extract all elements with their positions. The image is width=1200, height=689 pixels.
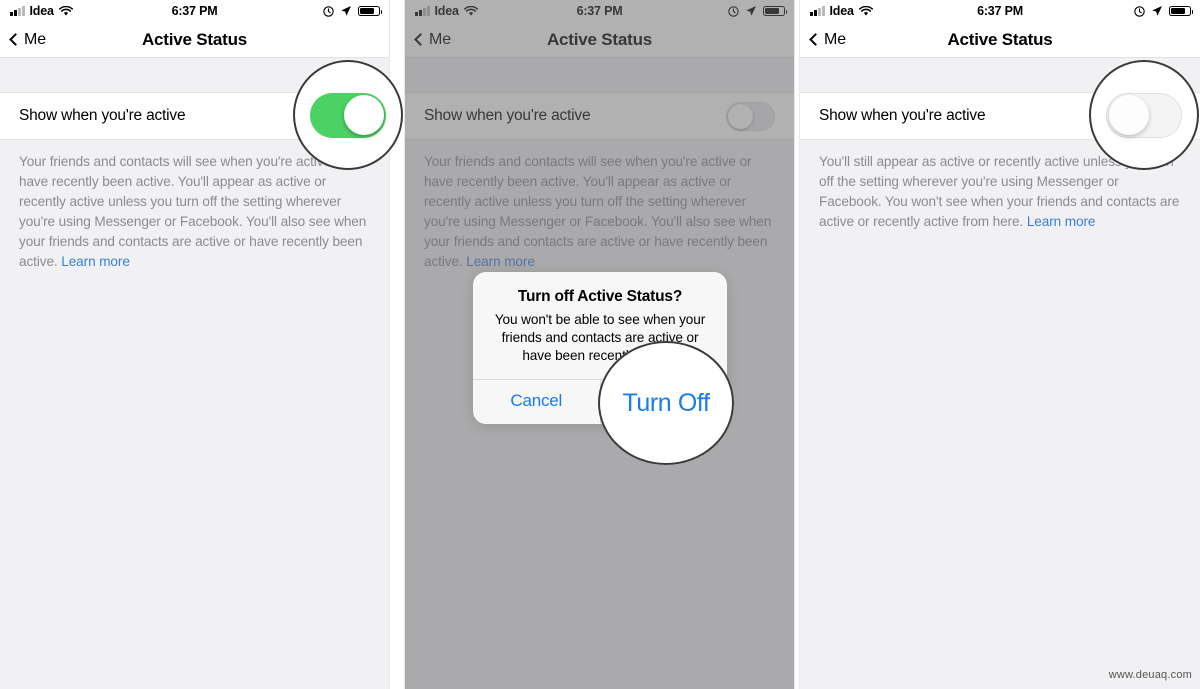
section-gap [800, 58, 1200, 92]
active-status-row[interactable]: Show when you're active [0, 92, 389, 140]
active-status-label: Show when you're active [424, 107, 591, 124]
active-status-toggle[interactable] [1132, 101, 1181, 131]
description-text: Your friends and contacts will see when … [19, 154, 367, 269]
active-status-row[interactable]: Show when you're active [800, 92, 1200, 140]
learn-more-link[interactable]: Learn more [61, 254, 130, 269]
location-arrow-icon [746, 6, 756, 16]
wifi-icon [58, 5, 73, 16]
carrier-label: Idea [829, 4, 854, 18]
carrier-label: Idea [434, 4, 459, 18]
toggle-knob [1134, 103, 1160, 129]
dialog-title: Turn off Active Status? [517, 288, 683, 305]
turn-off-button[interactable]: Turn Off [599, 380, 728, 425]
back-button[interactable]: Me [800, 31, 846, 49]
active-status-label: Show when you're active [19, 107, 186, 124]
nav-bar: Me Active Status [0, 22, 389, 58]
settings-content: Show when you're active Your friends and… [0, 58, 389, 689]
page-title: Active Status [546, 29, 653, 49]
turn-off-dialog: Turn off Active Status? You won't be abl… [473, 272, 728, 425]
settings-description: Your friends and contacts will see when … [0, 140, 389, 272]
alarm-icon [323, 5, 334, 17]
carrier-label: Idea [29, 4, 54, 18]
toggle-knob [342, 103, 368, 129]
dialog-actions: Cancel Turn Off [473, 379, 728, 425]
signal-icon [10, 6, 25, 16]
phone-screen-1: Idea 6:37 PM Me Active Status Show when … [0, 0, 389, 689]
active-status-label: Show when you're active [819, 107, 986, 124]
location-arrow-icon [341, 6, 351, 16]
toggle-knob [728, 103, 754, 129]
page-title: Active Status [947, 29, 1053, 49]
active-status-toggle[interactable] [726, 101, 775, 131]
cancel-button[interactable]: Cancel [473, 380, 600, 424]
chevron-left-icon [414, 33, 427, 46]
back-button-label: Me [824, 30, 847, 48]
back-button-label: Me [429, 30, 452, 48]
settings-description: You'll still appear as active or recentl… [800, 140, 1200, 232]
nav-bar: Me Active Status [800, 22, 1200, 58]
chevron-left-icon [9, 33, 22, 46]
active-status-toggle[interactable] [321, 101, 370, 131]
settings-content: Show when you're active You'll still app… [800, 58, 1200, 689]
panel-seam [404, 0, 405, 689]
settings-description: Your friends and contacts will see when … [405, 140, 794, 272]
signal-icon [810, 6, 825, 16]
alarm-icon [728, 5, 739, 17]
back-button-label: Me [24, 30, 47, 48]
signal-icon [415, 6, 430, 16]
battery-icon [358, 5, 383, 17]
section-gap [0, 58, 389, 92]
nav-bar: Me Active Status [405, 22, 794, 58]
wifi-icon [858, 5, 873, 16]
phone-screen-2: Idea 6:37 PM Me Active Status Show when … [405, 0, 794, 689]
battery-icon [1169, 5, 1194, 17]
page-title: Active Status [141, 29, 248, 49]
status-bar: Idea 6:37 PM [405, 0, 794, 22]
phone-screen-3: Idea 6:37 PM Me Active Status Show when … [800, 0, 1200, 689]
wifi-icon [463, 5, 478, 16]
dialog-message: You won't be able to see when your frien… [494, 312, 706, 364]
status-bar: Idea 6:37 PM [800, 0, 1200, 22]
status-bar: Idea 6:37 PM [0, 0, 389, 22]
description-text: Your friends and contacts will see when … [424, 154, 772, 269]
alarm-icon [1134, 5, 1145, 17]
chevron-left-icon [809, 33, 822, 46]
learn-more-link[interactable]: Learn more [466, 254, 535, 269]
battery-icon [763, 5, 788, 17]
back-button[interactable]: Me [0, 31, 46, 49]
panel-seam [389, 0, 390, 689]
back-button[interactable]: Me [405, 31, 451, 49]
screenshot-stage: Idea 6:37 PM Me Active Status Show when … [0, 0, 1200, 689]
location-arrow-icon [1152, 6, 1162, 16]
section-gap [405, 58, 794, 92]
description-text: You'll still appear as active or recentl… [819, 154, 1180, 229]
active-status-row[interactable]: Show when you're active [405, 92, 794, 140]
watermark: www.deuaq.com [1108, 669, 1192, 681]
panel-seam [794, 0, 795, 689]
learn-more-link[interactable]: Learn more [1027, 214, 1096, 229]
panel-seam [799, 0, 800, 689]
